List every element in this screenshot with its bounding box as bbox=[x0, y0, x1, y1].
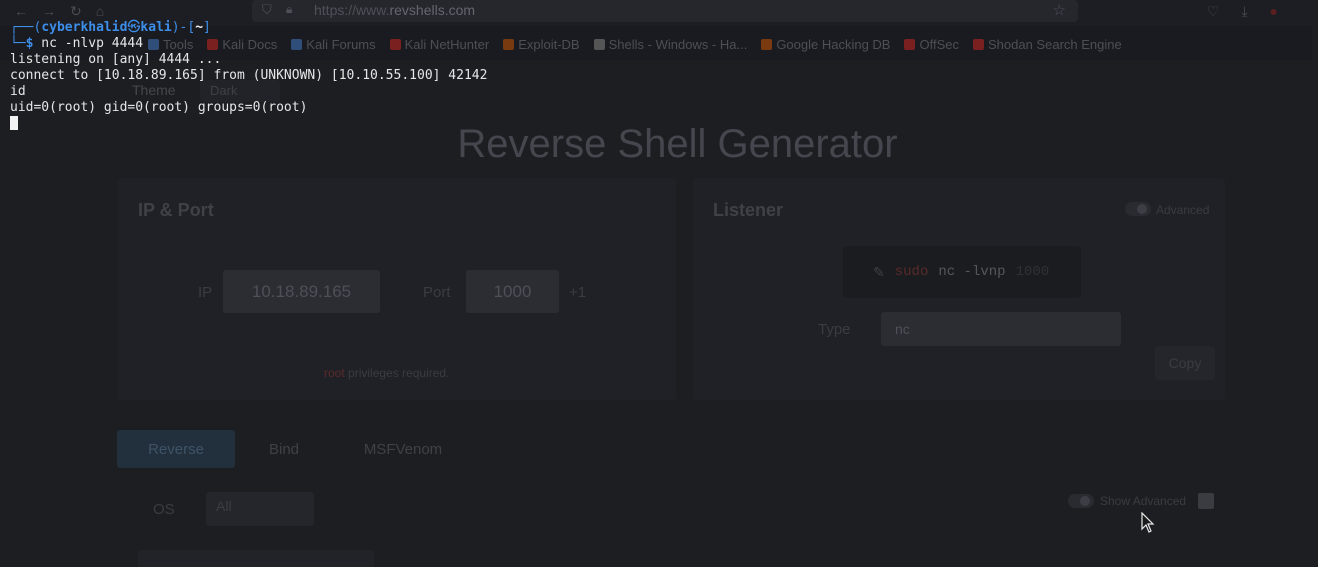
prompt-line-1: ┌──(cyberkhalid㉿kali)-[~] bbox=[10, 20, 1318, 36]
prompt-at: ㉿ bbox=[127, 20, 141, 35]
text-cursor bbox=[10, 116, 18, 130]
prompt-close: ] bbox=[203, 20, 211, 35]
terminal-output-line: listening on [any] 4444 ... bbox=[10, 52, 222, 67]
terminal-output-line: uid=0(root) gid=0(root) groups=0(root) bbox=[10, 100, 308, 115]
prompt-dir: ~ bbox=[195, 20, 204, 35]
prompt-line-2: └─$ nc -nlvp 4444 bbox=[10, 36, 1318, 52]
terminal-output-line: connect to [10.18.89.165] from (UNKNOWN)… bbox=[10, 68, 488, 83]
terminal-command: nc -nlvp 4444 bbox=[33, 36, 144, 51]
prompt-open: ┌──( bbox=[10, 20, 42, 35]
terminal-cursor-line bbox=[10, 116, 1318, 132]
prompt-host: kali bbox=[140, 20, 172, 35]
terminal-output-line: id bbox=[10, 84, 26, 99]
terminal[interactable]: ┌──(cyberkhalid㉿kali)-[~] └─$ nc -nlvp 4… bbox=[0, 0, 1318, 567]
mouse-pointer-icon bbox=[1141, 512, 1155, 533]
prompt-mid: )-[ bbox=[171, 20, 196, 35]
prompt-user: cyberkhalid bbox=[41, 20, 128, 35]
prompt-prefix: └─ bbox=[10, 36, 26, 51]
